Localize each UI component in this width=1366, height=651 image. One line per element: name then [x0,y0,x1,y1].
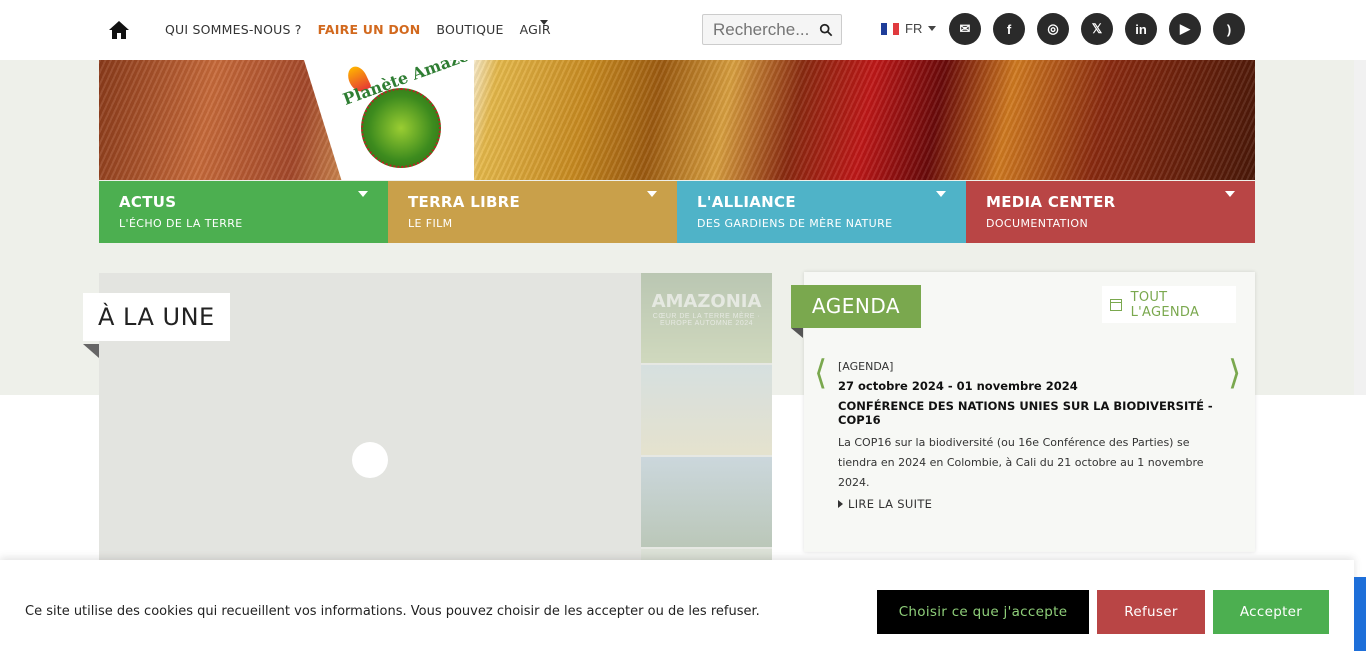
thumbnail[interactable] [641,457,772,547]
caret-right-icon [838,500,843,508]
france-flag-icon [881,22,899,35]
all-agenda-button[interactable]: TOUT L'AGENDA [1102,286,1236,323]
scrollbar[interactable] [1354,60,1366,395]
agenda-item: [AGENDA] 27 octobre 2024 - 01 novembre 2… [838,360,1222,511]
cookie-message: Ce site utilise des cookies qui recueill… [25,604,760,619]
agenda-heading: AGENDA [791,285,921,328]
language-selector[interactable]: FR [881,21,937,36]
email-icon[interactable]: ✉ [949,13,981,45]
refuse-cookies-button[interactable]: Refuser [1097,590,1205,634]
featured-heading: À LA UNE [83,293,230,341]
tab-subtitle: DOCUMENTATION [986,217,1089,230]
chevron-down-icon[interactable] [936,191,946,197]
rss-icon[interactable]: ) [1213,13,1245,45]
tab-title: TERRA LIBRE [408,193,521,211]
social-links: ✉ f ◎ 𝕏 in ▶ ) [949,13,1245,45]
tab-subtitle: L'ÉCHO DE LA TERRE [119,217,243,230]
tab-subtitle: DES GARDIENS DE MÈRE NATURE [697,217,893,230]
nav-more-caret-icon[interactable] [540,20,548,25]
agenda-next-arrow-icon[interactable]: ⟩ [1228,356,1241,390]
nav-qui-sommes-nous[interactable]: QUI SOMMES-NOUS ? [165,22,302,37]
agenda-description: La COP16 sur la biodiversité (ou 16e Con… [838,436,1204,489]
featured-thumbnails: AMAZONIA CŒUR DE LA TERRE MÈRE · EUROPE … [641,273,772,639]
home-icon[interactable] [107,18,131,42]
nav-boutique[interactable]: BOUTIQUE [436,22,503,37]
search-icon[interactable] [819,23,833,37]
top-bar: QUI SOMMES-NOUS ? FAIRE UN DON BOUTIQUE … [0,0,1366,60]
tab-media-center[interactable]: MEDIA CENTER DOCUMENTATION [966,181,1255,243]
chevron-down-icon[interactable] [358,191,368,197]
header-banner: Planète Amazone [99,60,1255,180]
loading-spinner-icon [352,442,388,478]
facebook-icon[interactable]: f [993,13,1025,45]
choose-cookies-button[interactable]: Choisir ce que j'accepte [877,590,1089,634]
search-box [702,14,842,45]
thumbnail-subtitle: CŒUR DE LA TERRE MÈRE · EUROPE AUTOMNE 2… [652,313,761,327]
read-more-link[interactable]: LIRE LA SUITE [838,497,1222,511]
agenda-title[interactable]: CONFÉRENCE DES NATIONS UNIES SUR LA BIOD… [838,399,1222,427]
agenda-category: [AGENDA] [838,360,894,373]
x-icon[interactable]: 𝕏 [1081,13,1113,45]
instagram-icon[interactable]: ◎ [1037,13,1069,45]
category-tabs: ACTUS L'ÉCHO DE LA TERRE TERRA LIBRE LE … [99,181,1255,243]
search-input[interactable] [703,15,813,44]
tab-actus[interactable]: ACTUS L'ÉCHO DE LA TERRE [99,181,388,243]
calendar-icon [1110,298,1122,311]
linkedin-icon[interactable]: in [1125,13,1157,45]
nav-faire-un-don[interactable]: FAIRE UN DON [318,22,421,37]
youtube-icon[interactable]: ▶ [1169,13,1201,45]
all-agenda-label: TOUT L'AGENDA [1130,289,1200,320]
language-label: FR [905,21,923,36]
tab-title: L'ALLIANCE [697,193,796,211]
agenda-prev-arrow-icon[interactable]: ⟨ [814,356,827,390]
tab-title: MEDIA CENTER [986,193,1116,211]
tab-terra-libre[interactable]: TERRA LIBRE LE FILM [388,181,677,243]
thumbnail-title: AMAZONIA [651,291,762,312]
tab-subtitle: LE FILM [408,217,453,230]
cookie-banner: Ce site utilise des cookies qui recueill… [0,560,1354,651]
tab-title: ACTUS [119,193,177,211]
main-nav: QUI SOMMES-NOUS ? FAIRE UN DON BOUTIQUE … [165,22,567,37]
chevron-down-icon [928,26,937,31]
thumbnail[interactable]: AMAZONIA CŒUR DE LA TERRE MÈRE · EUROPE … [641,273,772,363]
tab-alliance[interactable]: L'ALLIANCE DES GARDIENS DE MÈRE NATURE [677,181,966,243]
chevron-down-icon[interactable] [647,191,657,197]
side-widget-tab[interactable] [1354,577,1366,651]
accept-cookies-button[interactable]: Accepter [1213,590,1329,634]
heading-fold-decoration [83,344,99,358]
thumbnail[interactable] [641,365,772,455]
chevron-down-icon[interactable] [1225,191,1235,197]
heading-fold-decoration [791,328,803,338]
read-more-label: LIRE LA SUITE [848,497,933,511]
agenda-date: 27 octobre 2024 - 01 novembre 2024 [838,379,1078,393]
feathers-texture [99,60,1255,180]
logo-emblem[interactable] [361,88,441,168]
